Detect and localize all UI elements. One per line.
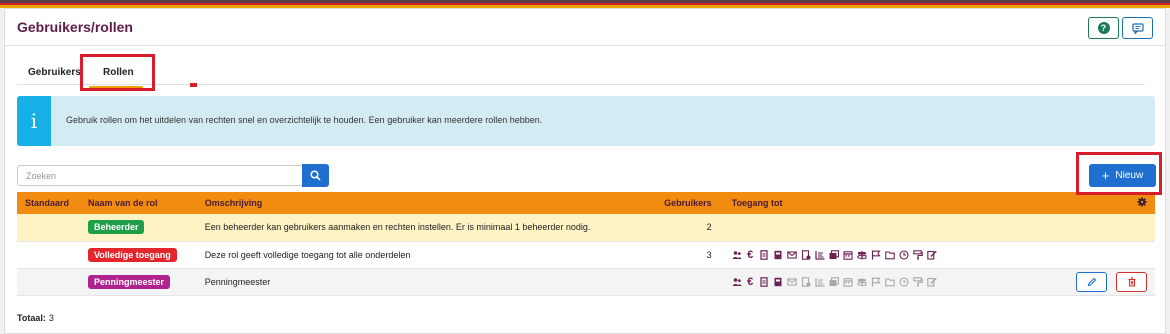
calendar-icon: [843, 277, 853, 287]
mail-icon: [786, 250, 797, 259]
edit-note-icon: [926, 250, 937, 260]
paint-roller-icon: [912, 249, 923, 260]
annotation-highlight-new: [1076, 152, 1162, 195]
role-description: Een beheerder kan gebruikers aanmaken en…: [196, 214, 652, 242]
signpost-icon: [856, 277, 867, 286]
delete-role-button[interactable]: [1116, 271, 1147, 292]
info-alert: i Gebruik rollen om het uitdelen van rec…: [17, 96, 1155, 146]
invoice-icon: [801, 276, 811, 287]
signpost-icon: [856, 250, 867, 259]
table-row[interactable]: Penningmeester Penningmeester €: [17, 268, 1155, 296]
tab-users[interactable]: Gebruikers: [28, 67, 81, 78]
total-count: Totaal: 3: [17, 313, 54, 323]
clock-icon: [899, 249, 909, 260]
trash-icon: [1128, 276, 1135, 287]
calendar-icon: [843, 250, 853, 260]
search-icon: [310, 170, 321, 181]
flag-icon: [871, 277, 881, 286]
info-text: Gebruik rollen om het uitdelen van recht…: [66, 115, 543, 125]
header-default[interactable]: Standaard: [17, 192, 80, 214]
users-icon: [732, 277, 742, 286]
book-icon: [774, 250, 782, 259]
info-icon: i: [17, 96, 51, 146]
search-button[interactable]: [302, 164, 329, 187]
clock-icon: [899, 276, 909, 287]
header-access: Toegang tot: [731, 198, 783, 208]
chart-icon: [815, 277, 825, 287]
header-name[interactable]: Naam van de rol: [80, 192, 197, 214]
top-stripe: [0, 0, 1170, 8]
images-icon: [829, 249, 839, 259]
tab-bar: Gebruikers Rollen: [17, 67, 1145, 89]
paint-roller-icon: [912, 276, 923, 287]
total-value: 3: [48, 313, 54, 323]
header-description[interactable]: Omschrijving: [197, 192, 652, 214]
page-title: Gebruikers/rollen: [17, 19, 133, 35]
question-icon: ?: [1097, 22, 1110, 34]
flag-icon: [871, 250, 881, 259]
chat-icon: [1131, 22, 1144, 34]
euro-icon: €: [747, 248, 754, 261]
access-icons: €: [732, 275, 1060, 288]
table-row[interactable]: Volledige toegang Deze rol geeft volledi…: [17, 241, 1155, 269]
euro-icon: €: [747, 275, 754, 288]
feedback-button[interactable]: [1122, 17, 1153, 39]
mail-icon: [786, 277, 797, 286]
help-button[interactable]: ?: [1088, 17, 1119, 39]
main-panel: Gebruikers/rollen ? Gebruikers Rollen i …: [4, 8, 1166, 334]
invoice-icon: [801, 249, 811, 260]
role-user-count: [651, 268, 724, 296]
chart-icon: [815, 250, 825, 260]
edit-note-icon: [926, 277, 937, 287]
role-badge-penningmeester[interactable]: Penningmeester: [87, 274, 170, 289]
book-icon: [774, 277, 782, 286]
access-icons: €: [732, 248, 1060, 261]
table-header: Standaard Naam van de rol Omschrijving G…: [17, 192, 1155, 214]
gear-icon[interactable]: [1137, 197, 1147, 207]
roles-table: Standaard Naam van de rol Omschrijving G…: [17, 192, 1155, 296]
pencil-icon: [1087, 277, 1096, 286]
table-row[interactable]: Beheerder Een beheerder kan gebruikers a…: [17, 214, 1155, 242]
folder-icon: [884, 250, 895, 259]
role-user-count: 3: [651, 241, 724, 269]
edit-role-button[interactable]: [1076, 271, 1107, 292]
role-description: Deze rol geeft volledige toegang tot all…: [196, 241, 652, 269]
role-description: Penningmeester: [196, 268, 652, 296]
images-icon: [829, 276, 839, 286]
total-label: Totaal:: [17, 313, 46, 323]
folder-icon: [884, 277, 895, 286]
document-icon: [760, 249, 768, 260]
annotation-mark: [190, 83, 197, 87]
page-header: Gebruikers/rollen ?: [5, 9, 1165, 46]
role-badge-beheerder[interactable]: Beheerder: [87, 220, 145, 235]
users-icon: [732, 250, 742, 259]
role-user-count: 2: [651, 214, 724, 242]
search-input[interactable]: [17, 165, 303, 186]
role-badge-volledige-toegang[interactable]: Volledige toegang: [87, 247, 177, 262]
document-icon: [760, 276, 768, 287]
annotation-highlight-tab: [80, 54, 155, 91]
header-users[interactable]: Gebruikers: [652, 192, 724, 214]
